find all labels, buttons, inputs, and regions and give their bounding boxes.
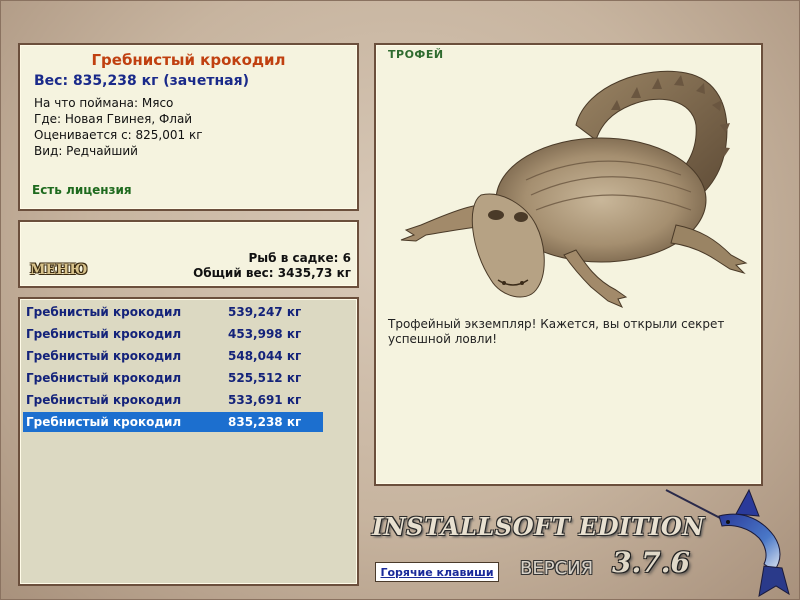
license-status: Есть лицензия: [32, 183, 132, 197]
fish-info-panel: Гребнистый крокодил Вес: 835,238 кг (зач…: [18, 43, 359, 211]
menu-button[interactable]: МЕНЮ: [30, 262, 87, 278]
fish-bait: На что поймана: Мясо: [34, 96, 174, 110]
catch-list-item[interactable]: Гребнистый крокодил 533,691 кг: [23, 390, 323, 410]
trophy-header: ТРОФЕЙ: [388, 48, 444, 61]
fish-location: Где: Новая Гвинея, Флай: [34, 112, 193, 126]
catch-item-weight: 533,691 кг: [228, 393, 302, 407]
catch-item-name: Гребнистый крокодил: [26, 393, 182, 407]
catch-list-item[interactable]: Гребнистый крокодил 835,238 кг: [23, 412, 323, 432]
hotkeys-link[interactable]: Горячие клавиши: [375, 562, 499, 582]
catch-list[interactable]: Гребнистый крокодил 539,247 кг Гребнистый …: [18, 297, 359, 586]
catch-list-item[interactable]: Гребнистый крокодил 525,512 кг: [23, 368, 323, 388]
brand-logo-text: INSTALLSOFT EDITION: [372, 512, 705, 541]
catch-item-weight: 453,998 кг: [228, 327, 302, 341]
catch-item-name: Гребнистый крокодил: [26, 415, 182, 429]
fish-valued-from: Оценивается с: 825,001 кг: [34, 128, 203, 142]
catch-item-weight: 525,512 кг: [228, 371, 302, 385]
catch-item-name: Гребнистый крокодил: [26, 349, 182, 363]
fish-kind: Вид: Редчайший: [34, 144, 138, 158]
catch-item-name: Гребнистый крокодил: [26, 371, 182, 385]
catch-list-item[interactable]: Гребнистый крокодил 548,044 кг: [23, 346, 323, 366]
catch-item-name: Гребнистый крокодил: [26, 305, 182, 319]
version-label: ВЕРСИЯ: [520, 558, 594, 579]
total-weight: Общий вес: 3435,73 кг: [193, 266, 351, 280]
fish-weight: Вес: 835,238 кг (зачетная): [34, 73, 249, 89]
catch-item-name: Гребнистый крокодил: [26, 327, 182, 341]
marlin-fish-icon: [665, 488, 790, 597]
trophy-description: Трофейный экземпляр! Кажется, вы открыли…: [388, 317, 725, 346]
trophy-panel: ТРОФЕЙ Трофейный экземпляр! Кажется, вы …: [374, 43, 763, 486]
catch-list-item[interactable]: Гребнистый крокодил 453,998 кг: [23, 324, 323, 344]
catch-item-weight: 548,044 кг: [228, 349, 302, 363]
catch-list-item[interactable]: Гребнистый крокодил 539,247 кг: [23, 302, 323, 322]
fish-count: Рыб в садке: 6: [248, 251, 352, 265]
fish-title: Гребнистый крокодил: [91, 51, 286, 69]
keepnet-summary-panel: МЕНЮ Рыб в садке: 6 Общий вес: 3435,73 к…: [18, 220, 359, 288]
crocodile-image: [400, 70, 748, 308]
catch-item-weight: 835,238 кг: [228, 415, 302, 429]
catch-item-weight: 539,247 кг: [228, 305, 302, 319]
